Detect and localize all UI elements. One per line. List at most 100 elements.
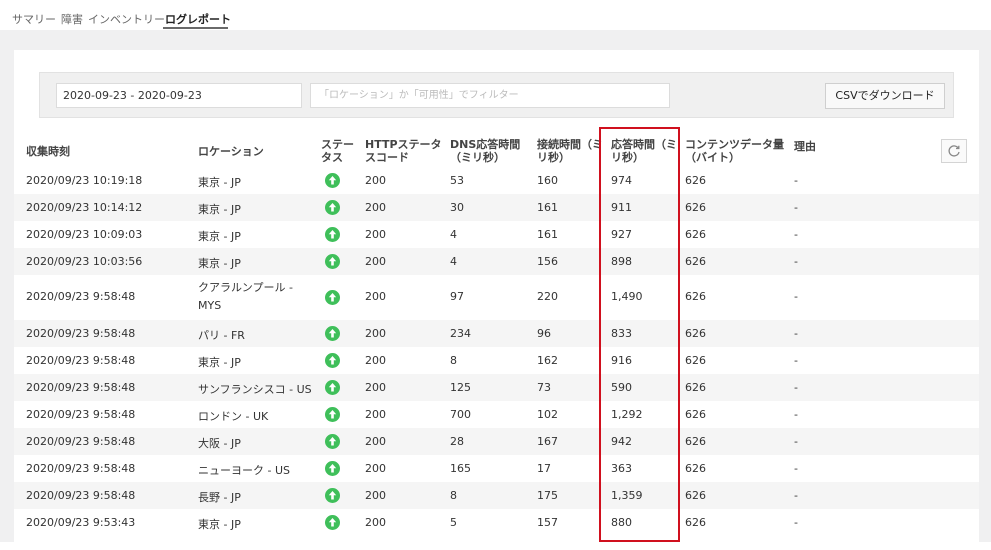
cell-reason: -: [794, 407, 798, 421]
header-collected[interactable]: 収集時刻: [26, 145, 70, 158]
csv-download-button[interactable]: CSVでダウンロード: [825, 83, 945, 109]
tab-summary[interactable]: サマリー: [12, 11, 56, 27]
cell-location: 東京 - JP: [198, 517, 241, 531]
cell-connect: 156: [537, 254, 558, 268]
filter-bar: 2020-09-23 - 2020-09-23 「ロケーション」か「可用性」でフ…: [39, 72, 954, 118]
cell-content: 626: [685, 227, 706, 241]
date-range-input[interactable]: 2020-09-23 - 2020-09-23: [56, 83, 302, 108]
tab-incidents[interactable]: 障害: [61, 11, 83, 27]
cell-time: 2020/09/23 9:53:43: [26, 515, 136, 529]
cell-reason: -: [794, 434, 798, 448]
cell-reason: -: [794, 461, 798, 475]
cell-http: 200: [365, 173, 386, 187]
table-row: 2020/09/23 9:53:43 東京 - JP 200 5 157 880 626 -: [14, 509, 979, 536]
cell-time: 2020/09/23 9:58:48: [26, 326, 136, 340]
cell-response: 927: [611, 227, 632, 241]
log-report-panel: 2020-09-23 - 2020-09-23 「ロケーション」か「可用性」でフ…: [14, 50, 979, 550]
filter-input[interactable]: 「ロケーション」か「可用性」でフィルター: [310, 83, 670, 108]
refresh-icon: [948, 145, 960, 157]
cell-time: 2020/09/23 9:58:48: [26, 461, 136, 475]
cell-reason: -: [794, 200, 798, 214]
cell-dns: 125: [450, 380, 471, 394]
tab-log-report[interactable]: ログレポート: [165, 11, 231, 27]
cell-response: 880: [611, 515, 632, 529]
cell-http: 200: [365, 380, 386, 394]
cell-time: 2020/09/23 9:58:48: [26, 488, 136, 502]
cell-connect: 161: [537, 227, 558, 241]
cell-content: 626: [685, 353, 706, 367]
cell-http: 200: [365, 353, 386, 367]
header-response[interactable]: 応答時間（ミリ秒）: [611, 138, 679, 164]
status-up-icon: [325, 488, 340, 503]
cell-reason: -: [794, 488, 798, 502]
table-row: 2020/09/23 9:58:48 ニューヨーク - US 200 165 17 363…: [14, 455, 979, 482]
table-row: 2020/09/23 9:58:48 東京 - JP 200 8 162 916 626 -: [14, 347, 979, 374]
cell-dns: 28: [450, 434, 464, 448]
cell-http: 200: [365, 290, 386, 303]
active-tab-indicator: [163, 27, 228, 29]
cell-reason: -: [794, 254, 798, 268]
tab-inventory[interactable]: インベントリー: [88, 11, 165, 27]
cell-http: 200: [365, 488, 386, 502]
header-reason[interactable]: 理由: [794, 140, 816, 153]
cell-http: 200: [365, 515, 386, 529]
cell-location: 長野 - JP: [198, 490, 241, 504]
table-row: 2020/09/23 9:58:48 パリ - FR 200 234 96 833 626 -: [14, 320, 979, 347]
cell-response: 916: [611, 353, 632, 367]
refresh-button[interactable]: [941, 139, 967, 163]
cell-response: 898: [611, 254, 632, 268]
status-up-icon: [325, 434, 340, 449]
header-dns[interactable]: DNS応答時間（ミリ秒）: [450, 138, 530, 164]
cell-response: 833: [611, 326, 632, 340]
table-row: 2020/09/23 9:58:48 大阪 - JP 200 28 167 942 626 -: [14, 428, 979, 455]
cell-response: 1,490: [611, 290, 643, 303]
cell-response: 1,359: [611, 488, 643, 502]
cell-connect: 220: [537, 290, 558, 303]
cell-time: 2020/09/23 9:58:48: [26, 380, 136, 394]
cell-location: 東京 - JP: [198, 229, 241, 243]
cell-response: 363: [611, 461, 632, 475]
cell-content: 626: [685, 407, 706, 421]
cell-connect: 175: [537, 488, 558, 502]
cell-connect: 96: [537, 326, 551, 340]
cell-content: 626: [685, 488, 706, 502]
cell-http: 200: [365, 461, 386, 475]
cell-dns: 234: [450, 326, 471, 340]
cell-dns: 4: [450, 227, 457, 241]
cell-connect: 161: [537, 200, 558, 214]
cell-connect: 167: [537, 434, 558, 448]
cell-dns: 30: [450, 200, 464, 214]
status-up-icon: [325, 407, 340, 422]
status-up-icon: [325, 353, 340, 368]
cell-reason: -: [794, 290, 798, 303]
cell-dns: 5: [450, 515, 457, 529]
cell-dns: 97: [450, 290, 464, 303]
cell-reason: -: [794, 515, 798, 529]
cell-response: 1,292: [611, 407, 643, 421]
header-http[interactable]: HTTPステータスコード: [365, 138, 443, 164]
cell-location: ニューヨーク - US: [198, 463, 290, 477]
cell-content: 626: [685, 200, 706, 214]
cell-reason: -: [794, 380, 798, 394]
cell-dns: 8: [450, 353, 457, 367]
cell-connect: 162: [537, 353, 558, 367]
table-row: 2020/09/23 10:14:12 東京 - JP 200 30 161 911 626…: [14, 194, 979, 221]
cell-content: 626: [685, 380, 706, 394]
status-up-icon: [325, 326, 340, 341]
status-up-icon: [325, 200, 340, 215]
cell-dns: 53: [450, 173, 464, 187]
table-row: 2020/09/23 9:58:48 長野 - JP 200 8 175 1,359 626…: [14, 482, 979, 509]
cell-content: 626: [685, 461, 706, 475]
cell-time: 2020/09/23 10:03:56: [26, 254, 143, 268]
status-up-icon: [325, 254, 340, 269]
cell-connect: 17: [537, 461, 551, 475]
header-connect[interactable]: 接続時間（ミリ秒）: [537, 138, 607, 164]
header-location[interactable]: ロケーション: [198, 145, 264, 158]
header-status[interactable]: ステータス: [321, 138, 355, 164]
cell-http: 200: [365, 200, 386, 214]
tab-bar: サマリー 障害 インベントリー ログレポート: [0, 0, 991, 30]
cell-dns: 700: [450, 407, 471, 421]
table-row: 2020/09/23 10:09:03 東京 - JP 200 4 161 927 626 -: [14, 221, 979, 248]
cell-location: 東京 - JP: [198, 355, 241, 369]
header-content[interactable]: コンテンツデータ量（バイト）: [685, 138, 785, 164]
